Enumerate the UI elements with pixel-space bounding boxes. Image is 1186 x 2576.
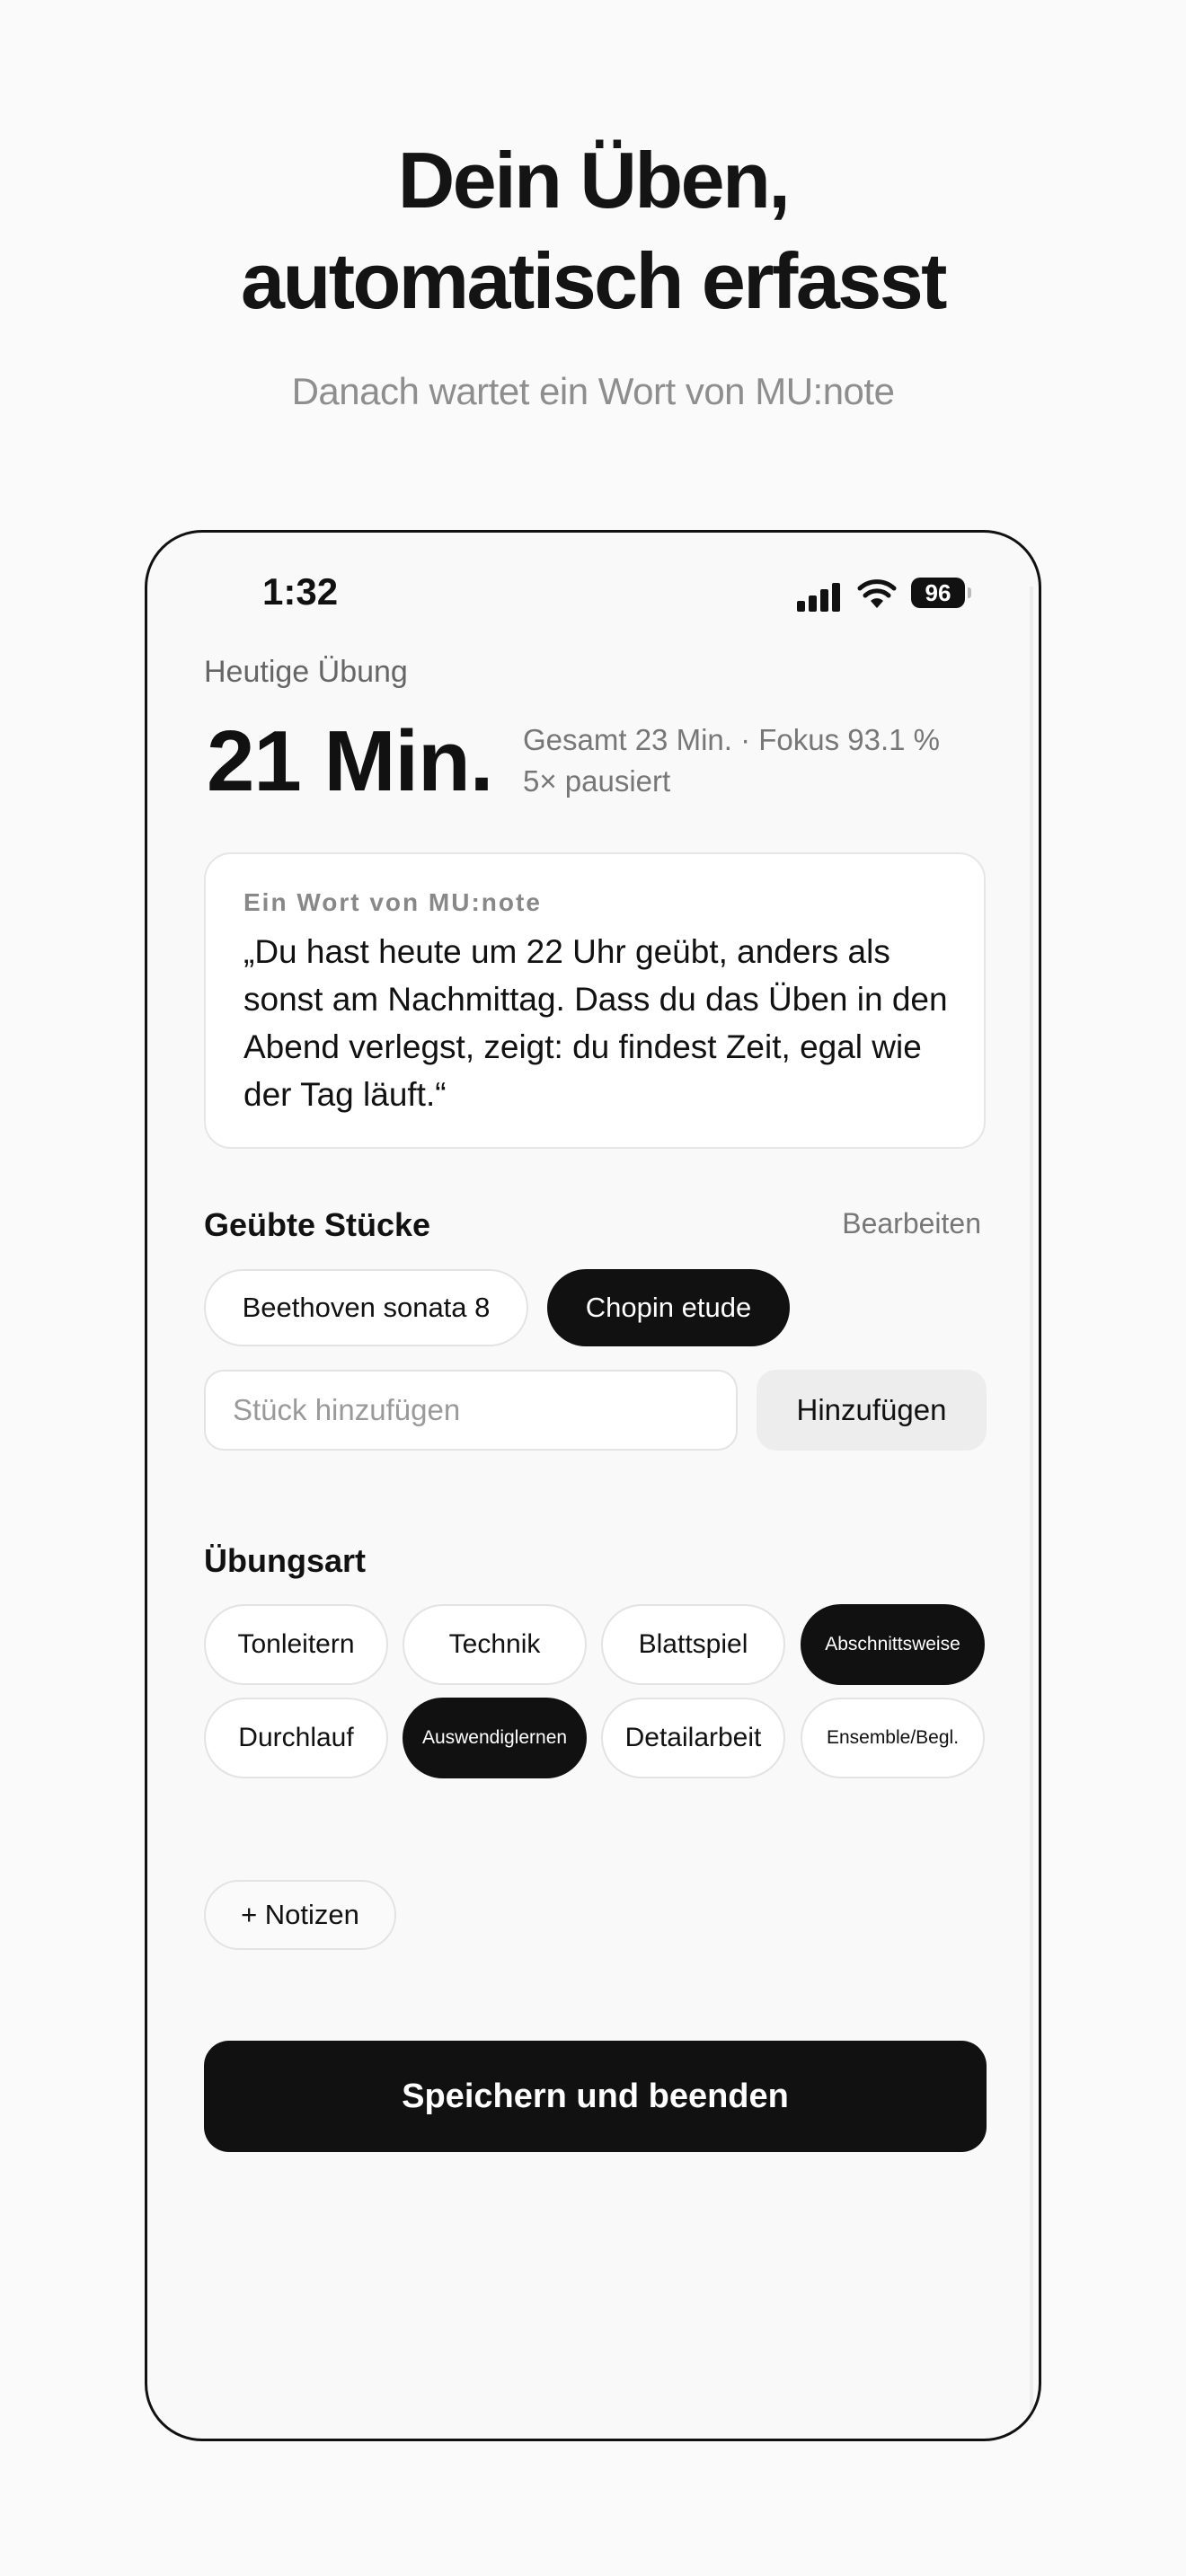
piece-chip-chopin[interactable]: Chopin etude: [547, 1269, 790, 1346]
pieces-title: Geübte Stücke: [204, 1206, 431, 1243]
quote-text: „Du hast heute um 22 Uhr geübt, anders a…: [243, 933, 948, 1113]
stats-line-2: 5× pausiert: [523, 764, 671, 798]
practice-stats: Gesamt 23 Min. · Fokus 93.1 % 5× pausier…: [523, 719, 940, 802]
type-chip-abschnittsweise[interactable]: Abschnittsweise: [801, 1604, 985, 1685]
quote-card: Ein Wort von MU:note „Du hast heute um 2…: [204, 852, 986, 1149]
status-time: 1:32: [262, 570, 339, 613]
wifi-icon: [857, 579, 897, 608]
type-chip-technik[interactable]: Technik: [403, 1604, 587, 1685]
practice-minutes: 21 Min.: [207, 713, 493, 809]
type-chip-detailarbeit[interactable]: Detailarbeit: [601, 1698, 785, 1778]
battery-icon: 96: [911, 578, 965, 608]
add-piece-button[interactable]: Hinzufügen: [757, 1370, 987, 1451]
type-chip-blattspiel[interactable]: Blattspiel: [601, 1604, 785, 1685]
type-chip-tonleitern[interactable]: Tonleitern: [204, 1604, 388, 1685]
add-notes-button[interactable]: + Notizen: [204, 1880, 396, 1950]
phone-frame: 1:32 96 Heutige Übung 21 Min. Gesamt 23 …: [145, 530, 1041, 2441]
type-chip-auswendiglernen[interactable]: Auswendiglernen: [403, 1698, 587, 1778]
piece-chip-beethoven[interactable]: Beethoven sonata 8: [204, 1269, 528, 1346]
status-bar: 1:32 96: [147, 569, 1039, 622]
type-chip-ensemble[interactable]: Ensemble/Begl.: [801, 1698, 985, 1778]
today-label: Heutige Übung: [204, 655, 408, 689]
quote-label: Ein Wort von MU:note: [243, 888, 542, 916]
battery-cap: [968, 587, 971, 598]
page-headline: Dein Üben, automatisch erfasst: [0, 130, 1186, 331]
page-subline: Danach wartet ein Wort von MU:note: [291, 370, 895, 412]
save-and-finish-button[interactable]: Speichern und beenden: [204, 2041, 987, 2152]
headline-line-1: Dein Üben,: [397, 136, 791, 225]
phone-edge: [1030, 587, 1033, 2421]
signal-icon: [797, 583, 842, 612]
practice-type-title: Übungsart: [204, 1542, 366, 1579]
stats-line-1: Gesamt 23 Min. · Fokus 93.1 %: [523, 723, 941, 756]
headline-line-2: automatisch erfasst: [241, 236, 947, 325]
add-piece-input[interactable]: Stück hinzufügen: [204, 1370, 738, 1451]
edit-pieces-link[interactable]: Bearbeiten: [842, 1207, 981, 1240]
type-chip-durchlauf[interactable]: Durchlauf: [204, 1698, 388, 1778]
